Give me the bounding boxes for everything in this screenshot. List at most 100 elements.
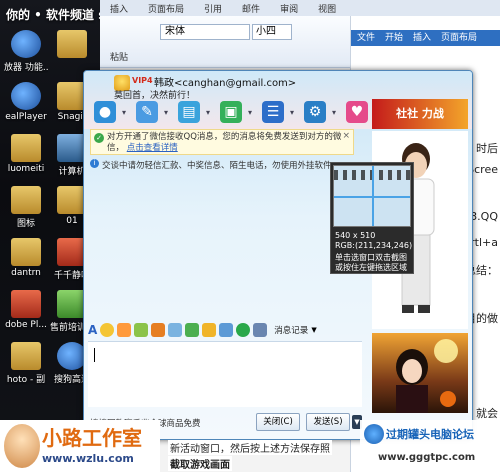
folder-icon <box>57 30 87 58</box>
font-icon[interactable]: A <box>88 323 97 337</box>
gif-icon[interactable] <box>134 323 149 337</box>
voice-message-icon[interactable] <box>168 323 183 337</box>
chevron-down-icon[interactable]: ▾ <box>164 108 172 117</box>
halloween-picture-icon <box>396 339 458 413</box>
document-text-fragment: 就会 <box>476 407 498 420</box>
app-menu-icon[interactable]: ⚙ <box>304 101 326 123</box>
ad-banner[interactable]: 社社 力战 <box>372 99 468 129</box>
security-notice: i 交谈中请勿轻信汇款、中奖信息、陌生电话，勿使用外挂软件。 <box>90 159 354 171</box>
app-icon <box>11 30 41 58</box>
remote-assist-icon[interactable]: ▣ <box>220 101 242 123</box>
font-size-select[interactable]: 小四 <box>252 24 292 40</box>
document-text-fragment: 时后 <box>476 142 498 155</box>
desktop-icon-label: 放器 功能... <box>4 63 48 73</box>
desktop-icon[interactable]: 放器 功能... <box>4 30 48 73</box>
magic-emoji-icon[interactable] <box>117 323 132 337</box>
invite-chat-icon[interactable]: ☰ <box>262 101 284 123</box>
document-text-fragment: 3.QQ <box>470 210 498 223</box>
folder-icon <box>11 238 41 266</box>
word-tab[interactable]: 引用 <box>194 0 232 16</box>
folder-icon <box>11 186 41 214</box>
desktop-icon-label: 图标 <box>16 219 35 229</box>
word-right-tab[interactable]: 插入 <box>413 30 431 46</box>
font-select[interactable]: 宋体 <box>160 24 250 40</box>
picture-icon[interactable] <box>185 323 200 337</box>
paste-button[interactable]: 粘贴 <box>110 50 128 63</box>
check-icon: ✓ <box>94 133 104 143</box>
gift-icon[interactable] <box>236 323 251 337</box>
word-right-tabs: 文件 开始 插入 页面布局 <box>351 30 500 46</box>
word-right-tab[interactable]: 开始 <box>385 30 403 46</box>
text-caret <box>94 348 95 362</box>
watermark-left: 小路工作室 www.wzlu.com <box>0 420 160 472</box>
desktop-icon-label: dobe Pl... <box>5 320 47 330</box>
chevron-down-icon[interactable]: ▾ <box>248 108 256 117</box>
folder-icon <box>11 134 41 162</box>
details-link[interactable]: 点击查看详情 <box>127 143 178 153</box>
word-tab[interactable]: 审阅 <box>270 0 308 16</box>
chevron-down-icon[interactable]: ▾ <box>122 108 130 117</box>
capture-rgb: RGB:(211,234,246) <box>335 241 413 250</box>
capture-hint-2: 或按住左键拖选区域 <box>335 263 407 272</box>
screenshot-magnifier: 540 x 510 RGB:(211,234,246) 单击选窗口双击截图 或按… <box>330 162 414 274</box>
input-toolbar: A 消息记录 ▼ <box>88 321 362 339</box>
shake-icon[interactable] <box>151 323 166 337</box>
desktop-icon[interactable]: dantrn <box>4 238 48 278</box>
desktop-icon[interactable]: luomeiti <box>4 134 48 174</box>
word-tab[interactable]: 视图 <box>308 0 346 16</box>
vip-badge: VIP4 <box>132 76 153 85</box>
qq-chat-window: VIP4 韩政<canghan@gmail.com> 莫回首，决然前行！ ● ▾ ✎… <box>83 70 473 440</box>
wechat-notice: ✓ 对方开通了微信接收QQ消息，您的消息将免费发送到对方的微信， 点击查看详情 … <box>90 129 354 155</box>
magnifier-preview <box>333 165 411 227</box>
watermark-left-url: www.wzlu.com <box>42 452 134 465</box>
music-icon[interactable] <box>202 323 217 337</box>
info-icon: i <box>90 159 99 168</box>
forum-logo-icon <box>364 424 384 444</box>
desktop-icon[interactable]: hoto - 副 <box>4 342 48 385</box>
app-icon <box>11 290 41 318</box>
crosshair-vertical <box>372 166 374 226</box>
desktop-icon-label: ealPlayer <box>5 112 47 122</box>
desktop-icon-label: hoto - 副 <box>6 375 46 385</box>
watermark-left-title: 小路工作室 <box>42 426 142 450</box>
qq-show-ad[interactable] <box>372 333 468 413</box>
video-call-icon[interactable]: ● <box>94 101 116 123</box>
message-history-icon[interactable] <box>253 323 268 337</box>
close-button[interactable]: 关闭(C) <box>256 413 300 431</box>
desktop-icon[interactable]: ealPlayer <box>4 82 48 122</box>
close-notice-icon[interactable]: × <box>342 131 350 142</box>
qq-heart-icon[interactable]: ♥ <box>346 101 368 123</box>
word-tab[interactable]: 插入 <box>100 0 138 16</box>
security-notice-text: 交谈中请勿轻信汇款、中奖信息、陌生电话，勿使用外挂软件。 <box>102 161 341 171</box>
word-tabs: 插入 页面布局 引用 邮件 审阅 视图 <box>100 0 500 16</box>
chevron-down-icon[interactable]: ▼ <box>311 326 316 334</box>
contact-name[interactable]: 韩政<canghan@gmail.com> <box>154 74 296 89</box>
screenshot-icon[interactable] <box>219 323 234 337</box>
desktop-icon-label: luomeiti <box>7 164 45 174</box>
document-text-fragment: rtl+a <box>470 236 498 249</box>
article-caption-heading: 截取游戏画面 <box>168 456 232 471</box>
send-button[interactable]: 发送(S) <box>306 413 350 431</box>
folder-icon <box>11 342 41 370</box>
desktop-icon[interactable]: 图标 <box>4 186 48 229</box>
chevron-down-icon[interactable]: ▾ <box>332 108 340 117</box>
watermark-right: 过期罐头电脑论坛 www.gggtpc.com <box>360 420 500 472</box>
emoji-icon[interactable] <box>100 323 115 337</box>
message-history-button[interactable]: 消息记录 <box>274 324 308 336</box>
desktop-icon[interactable]: dobe Pl... <box>4 290 48 330</box>
word-tab[interactable]: 邮件 <box>232 0 270 16</box>
message-input[interactable] <box>88 341 362 407</box>
word-tab[interactable]: 页面布局 <box>138 0 194 16</box>
word-right-tab[interactable]: 文件 <box>357 30 375 46</box>
word-right-tab[interactable]: 页面布局 <box>441 30 477 46</box>
qq-toolbar: ●▾✎▾▤▾▣▾☰▾⚙▾♥↻ <box>94 101 396 123</box>
contact-status: 莫回首，决然前行！ <box>114 91 196 101</box>
watermark-right-title: 过期罐头电脑论坛 <box>386 428 474 441</box>
desktop-icon[interactable] <box>50 30 94 60</box>
capture-size: 540 x 510 <box>335 231 376 240</box>
voice-call-icon[interactable]: ✎ <box>136 101 158 123</box>
chevron-down-icon[interactable]: ▾ <box>206 108 214 117</box>
chevron-down-icon[interactable]: ▾ <box>290 108 298 117</box>
send-file-icon[interactable]: ▤ <box>178 101 200 123</box>
desktop-icon-label: dantrn <box>11 268 41 278</box>
